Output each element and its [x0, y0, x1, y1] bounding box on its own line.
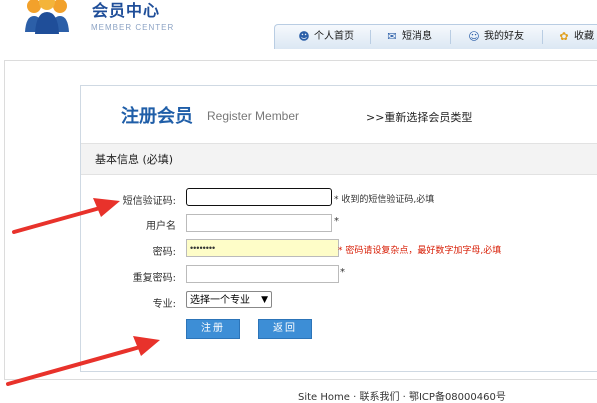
footer-text: Site Home · 联系我们 · 鄂ICP备08000460号: [298, 392, 506, 403]
annotation-arrows: [6, 198, 160, 386]
arrow-icon: [12, 198, 120, 234]
arrow-icon: [6, 336, 160, 386]
